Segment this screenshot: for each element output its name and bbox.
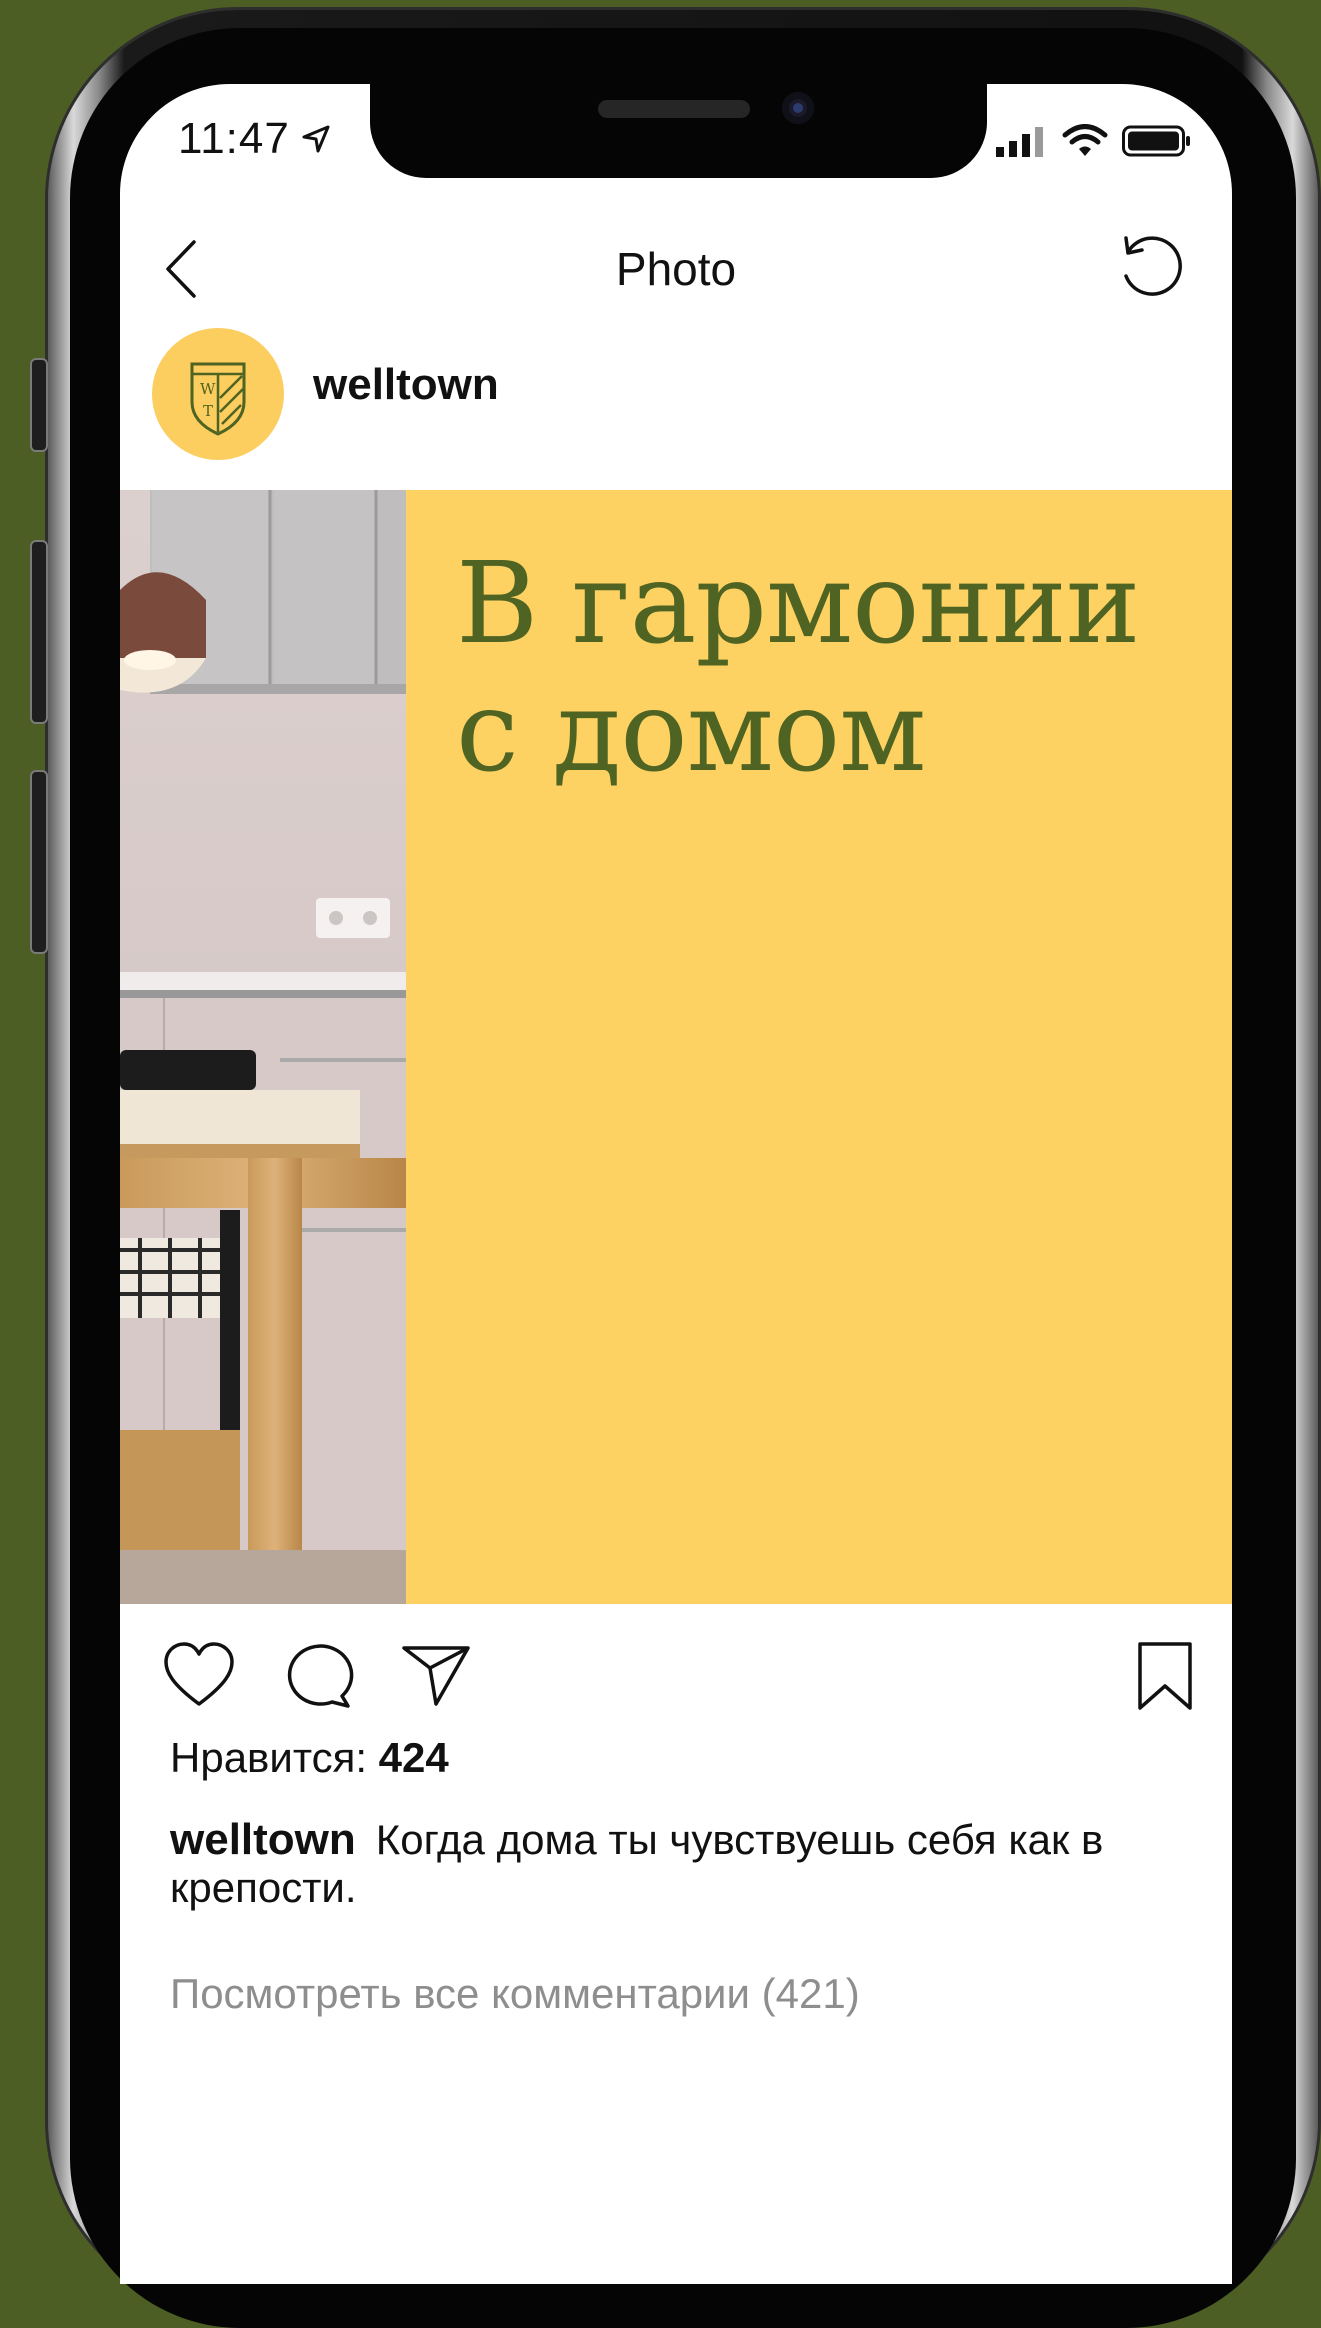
likes-number: 424 — [378, 1734, 449, 1781]
likes-count[interactable]: Нравится: 424 — [170, 1734, 449, 1782]
location-arrow-icon — [302, 125, 330, 153]
volume-down-button — [30, 770, 48, 954]
page-title: Photo — [615, 243, 737, 295]
kitchen-interior-illustration — [120, 490, 406, 1604]
like-heart-icon[interactable] — [162, 1640, 236, 1710]
cellular-signal-icon — [996, 127, 1043, 157]
view-all-comments-link[interactable]: Посмотреть все комментарии (421) — [170, 1970, 860, 2018]
post-headline: В гармонии с домом — [456, 540, 1196, 796]
battery-icon — [1122, 125, 1190, 157]
post-caption: welltown Когда дома ты чувствуешь себя ка… — [170, 1816, 1170, 1912]
share-paper-plane-icon[interactable] — [400, 1640, 472, 1710]
post-username[interactable]: welltown — [313, 360, 499, 410]
volume-up-button — [30, 540, 48, 724]
earpiece-speaker — [598, 100, 750, 118]
bookmark-icon[interactable] — [1134, 1640, 1196, 1714]
status-time: 11:47 — [178, 114, 332, 164]
svg-text:W: W — [200, 380, 216, 398]
kitchen-photo — [120, 490, 406, 1604]
refresh-icon[interactable] — [1114, 230, 1186, 302]
front-camera — [782, 92, 814, 124]
post-headline-line1: В гармонии — [456, 539, 1141, 669]
wifi-icon — [1062, 124, 1108, 156]
phone-screen: 11:47 Photo W T welltown В гармонии с до… — [120, 84, 1232, 2284]
avatar[interactable]: W T — [152, 328, 284, 460]
post-image[interactable]: В гармонии с домом — [120, 490, 1232, 1604]
post-headline-line2: с домом — [456, 667, 926, 797]
status-time-text: 11:47 — [178, 114, 290, 163]
welltown-shield-logo-icon: W T — [190, 362, 246, 436]
svg-text:T: T — [203, 402, 213, 420]
comment-bubble-icon[interactable] — [282, 1640, 354, 1710]
status-indicators — [996, 124, 1192, 158]
notch — [370, 84, 987, 178]
caption-username[interactable]: welltown — [170, 1815, 356, 1864]
silent-switch — [30, 358, 48, 452]
likes-label: Нравится: — [170, 1734, 367, 1781]
